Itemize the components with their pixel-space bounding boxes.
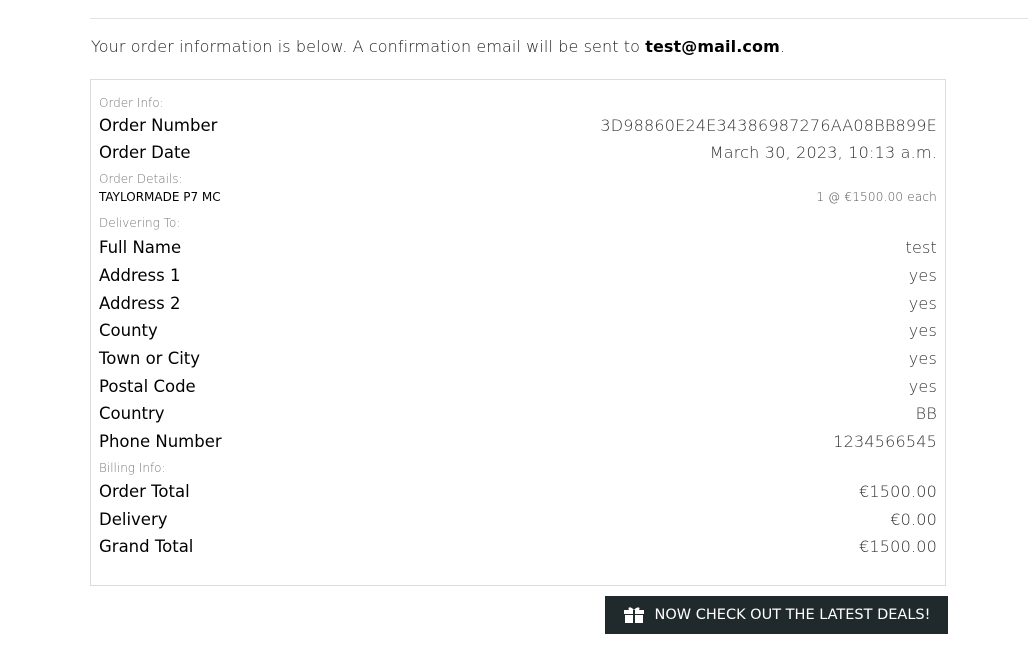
- delivery-field-row: County yes: [99, 317, 937, 345]
- phone-number-label: Phone Number: [99, 432, 222, 452]
- order-item-row: TaylorMade P7 MC 1 @ €1500.00 each: [99, 188, 937, 206]
- order-date-value: March 30, 2023, 10:13 a.m.: [709, 143, 937, 162]
- address-1-label: Address 1: [99, 266, 181, 286]
- county-value: yes: [908, 321, 937, 341]
- order-info-label: Order Info:: [99, 96, 164, 110]
- address-2-value: yes: [908, 293, 937, 313]
- order-number-value: 3D98860E24E34386987276AA08BB899E: [600, 116, 937, 135]
- delivery-label: Delivery: [99, 509, 168, 529]
- order-total-label: Order Total: [99, 481, 190, 501]
- order-date-row: Order Date March 30, 2023, 10:13 a.m.: [99, 139, 937, 166]
- delivering-to-label: Delivering To:: [99, 216, 181, 230]
- confirmation-email: test@mail.com: [645, 37, 780, 56]
- town-or-city-value: yes: [908, 349, 937, 369]
- order-total-value: €1500.00: [859, 481, 937, 501]
- billing-field-row: Delivery €0.00: [99, 505, 937, 533]
- phone-number-value: 1234566545: [833, 432, 937, 452]
- county-label: County: [99, 321, 158, 341]
- country-value: BB: [915, 404, 937, 424]
- full-name-label: Full Name: [99, 238, 182, 258]
- address-2-label: Address 2: [99, 293, 181, 313]
- delivery-field-row: Address 1 yes: [99, 262, 937, 290]
- delivery-field-row: Phone Number 1234566545: [99, 428, 937, 456]
- order-number-label: Order Number: [99, 116, 218, 135]
- latest-deals-button[interactable]: Now check out the latest deals!: [605, 596, 948, 634]
- order-date-label: Order Date: [99, 143, 191, 162]
- confirmation-text: Your order information is below. A confi…: [91, 37, 646, 56]
- delivery-field-row: Town or City yes: [99, 345, 937, 373]
- billing-info-label: Billing Info:: [99, 460, 166, 475]
- billing-field-row: Order Total €1500.00: [99, 478, 937, 506]
- address-1-value: yes: [908, 266, 937, 286]
- delivery-field-row: Country BB: [99, 400, 937, 428]
- gift-icon: [623, 606, 645, 624]
- delivery-field-row: Address 2 yes: [99, 289, 937, 317]
- town-or-city-label: Town or City: [99, 349, 201, 369]
- order-item-name: TaylorMade P7 MC: [99, 190, 221, 204]
- full-name-value: test: [905, 238, 937, 258]
- order-item-qty-price: 1 @ €1500.00 each: [816, 190, 937, 204]
- delivery-field-row: Postal Code yes: [99, 372, 937, 400]
- grand-total-value: €1500.00: [859, 537, 937, 557]
- order-number-row: Order Number 3D98860E24E34386987276AA08B…: [99, 112, 937, 139]
- delivery-field-row: Full Name test: [99, 234, 937, 262]
- latest-deals-label: Now check out the latest deals!: [654, 607, 931, 623]
- postal-code-label: Postal Code: [99, 376, 196, 396]
- top-divider: [90, 18, 1028, 19]
- grand-total-label: Grand Total: [99, 537, 194, 557]
- postal-code-value: yes: [908, 376, 937, 396]
- confirmation-message: Your order information is below. A confi…: [91, 37, 785, 56]
- billing-field-row: Grand Total €1500.00: [99, 533, 937, 561]
- order-summary-box: Order Info: Order Number 3D98860E24E3438…: [90, 79, 946, 586]
- country-label: Country: [99, 404, 165, 424]
- order-details-label: Order Details:: [99, 172, 183, 186]
- delivery-value: €0.00: [890, 509, 937, 529]
- confirmation-end: .: [779, 37, 786, 56]
